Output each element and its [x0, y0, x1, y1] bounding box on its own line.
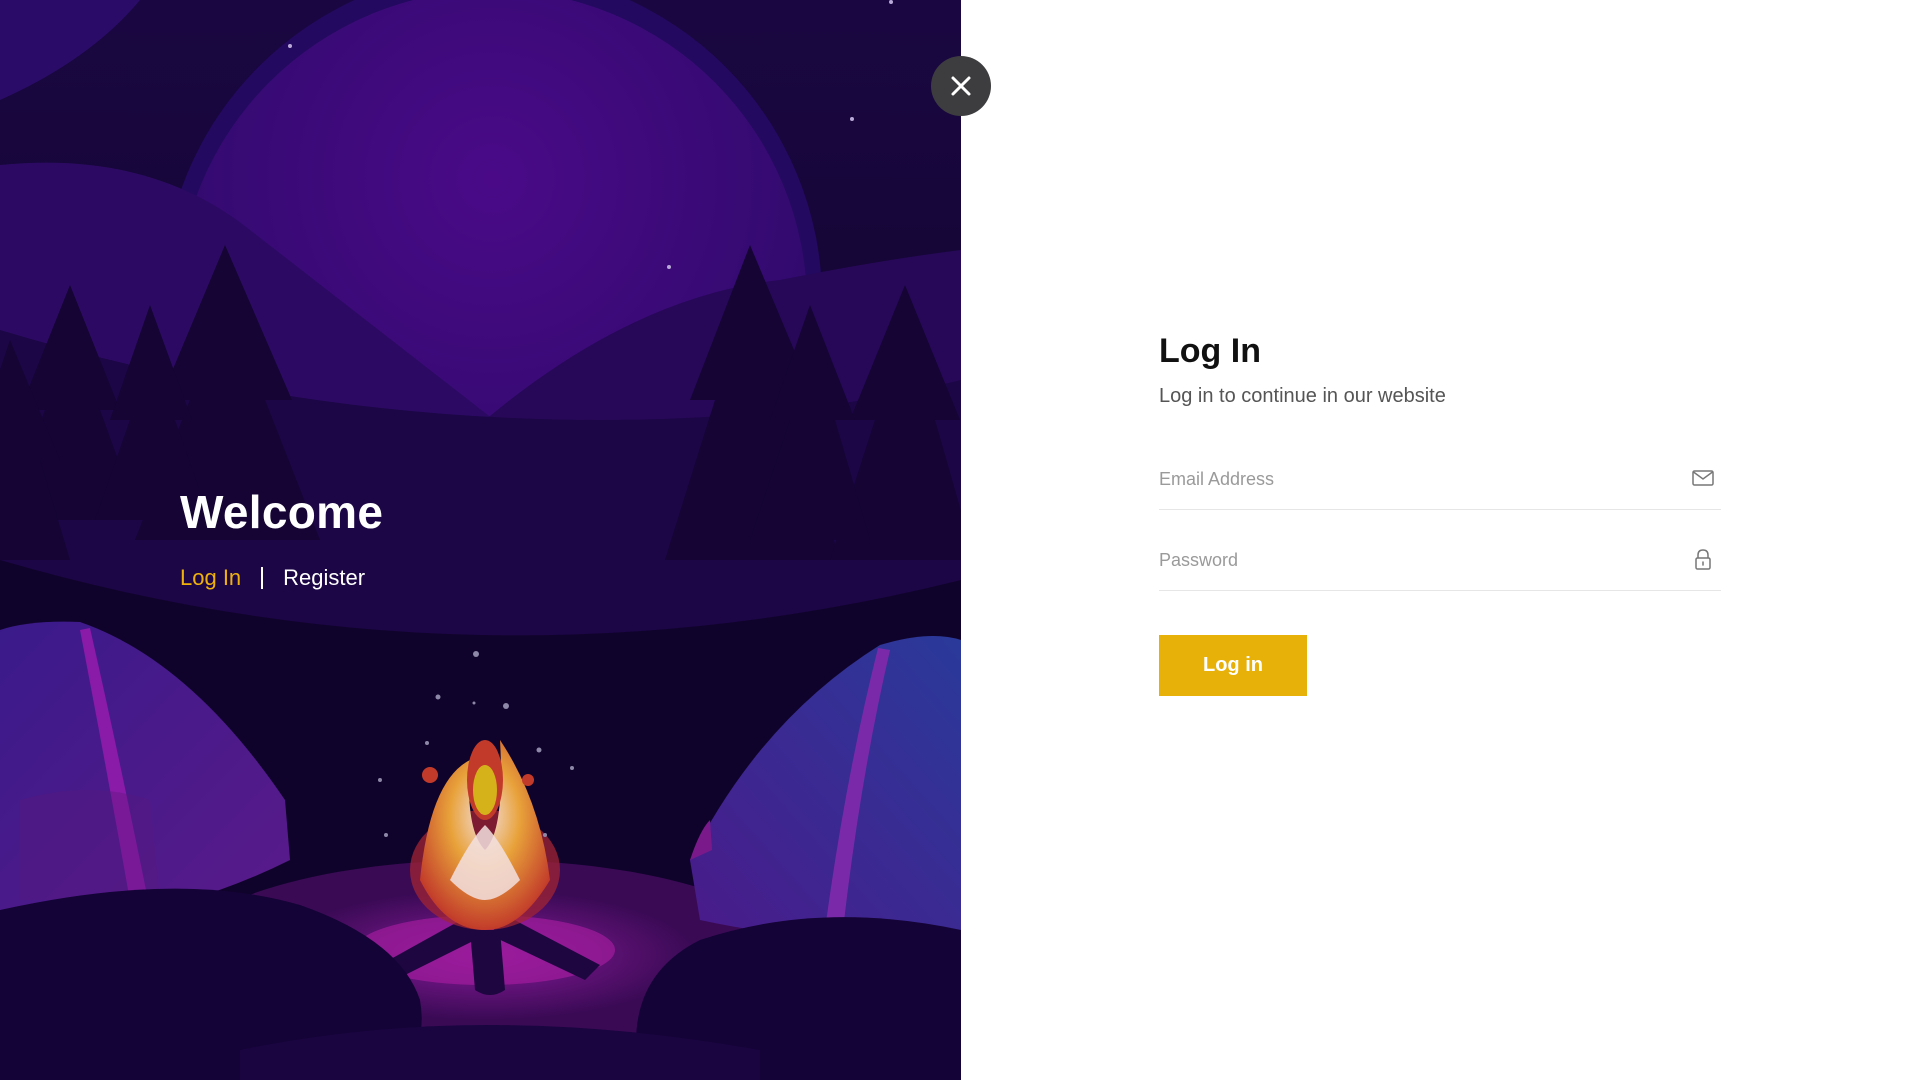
login-panel: Log In Log in to continue in our website…: [961, 0, 1920, 1080]
close-icon: [951, 76, 971, 96]
nav-register-link[interactable]: Register: [283, 565, 365, 591]
password-field-wrapper: [1159, 537, 1721, 591]
password-field[interactable]: [1159, 537, 1659, 583]
close-button[interactable]: [931, 56, 991, 116]
nav-divider: [261, 567, 264, 589]
lock-icon: [1695, 549, 1711, 570]
nav-login-link[interactable]: Log In: [180, 565, 241, 591]
auth-nav: Log In Register: [180, 565, 383, 591]
login-title: Log In: [1159, 332, 1261, 370]
envelope-icon: [1692, 470, 1714, 486]
welcome-panel: Welcome Log In Register: [0, 0, 961, 1080]
login-form: Log In Log in to continue in our website…: [1159, 332, 1721, 696]
welcome-block: Welcome Log In Register: [180, 485, 383, 591]
email-field[interactable]: [1159, 456, 1659, 502]
login-submit-button[interactable]: Log in: [1159, 635, 1307, 696]
email-field-wrapper: [1159, 456, 1721, 510]
welcome-title: Welcome: [180, 486, 384, 538]
camping-illustration: [0, 0, 961, 1080]
login-subtitle: Log in to continue in our website: [1159, 385, 1446, 407]
